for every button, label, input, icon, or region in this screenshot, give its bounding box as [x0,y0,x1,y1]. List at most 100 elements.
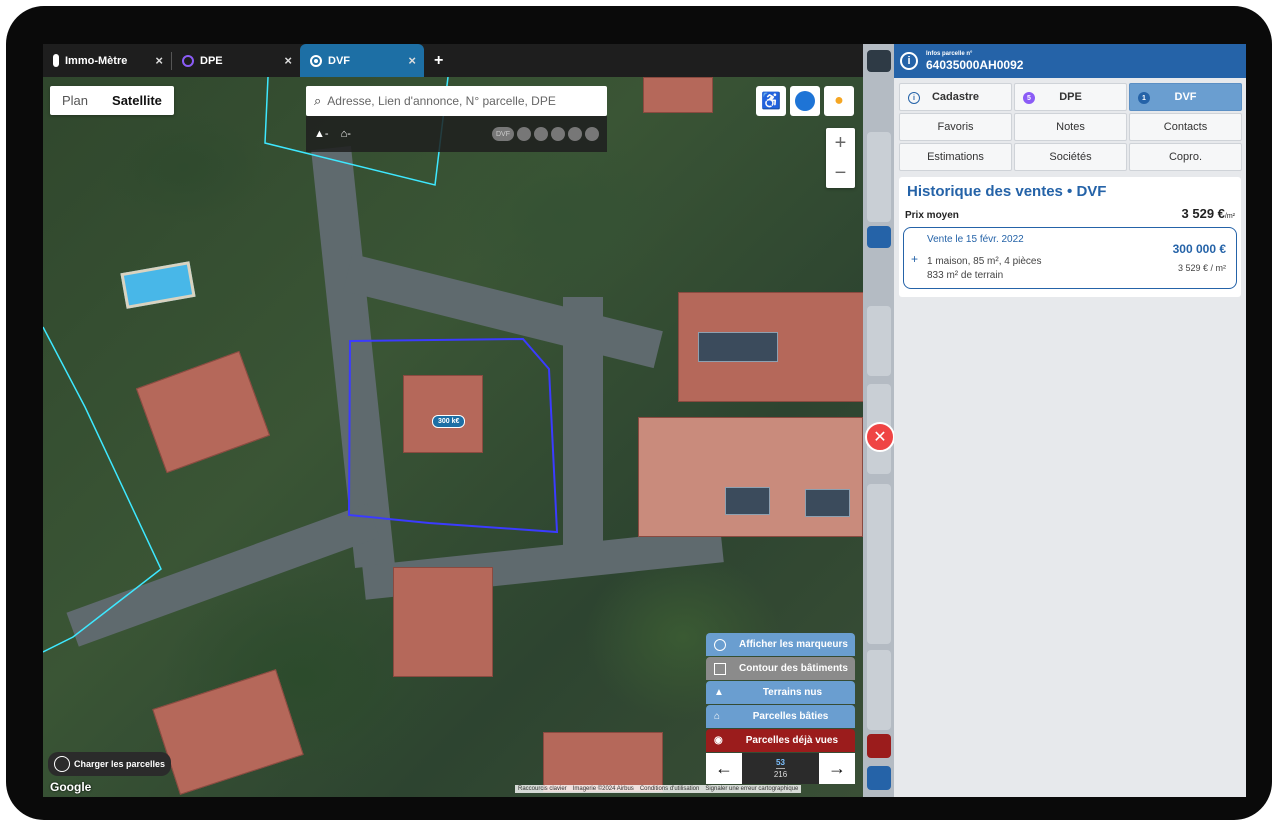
map-type-plan[interactable]: Plan [50,86,100,115]
map-attribution: Raccourcis clavier Imagerie ©2024 Airbus… [515,785,802,793]
filter-icon[interactable] [867,50,891,72]
dvf-target-icon [310,54,322,67]
strip-cell[interactable] [867,306,891,376]
show-markers-button[interactable]: Afficher les marqueurs [706,633,855,656]
info-icon: i [900,52,918,70]
notes-button[interactable]: Notes [1014,113,1127,141]
sale-land: 833 m² de terrain [927,270,1004,281]
dvf-count-badge: 1 [1138,92,1150,104]
companies-button[interactable]: Sociétés [1014,143,1127,171]
outline-icon [714,662,726,675]
house-filter[interactable]: ⌂- [341,128,351,140]
history-title: Historique des ventes • DVF [907,183,1107,200]
screen: Immo-Mètre × DPE × DVF × + 300 k€ Plan S… [43,44,1246,797]
cadastre-button[interactable]: i Cadastre [899,83,1012,111]
copro-button[interactable]: Copro. [1129,143,1242,171]
strip-cell[interactable] [867,226,891,248]
zoom-in-button[interactable]: + [826,128,855,158]
google-logo: Google [50,780,92,794]
parcel-id: 64035000AH0092 [926,58,1024,72]
filter-chips: DVF [492,127,599,141]
device-frame: Immo-Mètre × DPE × DVF × + 300 k€ Plan S… [6,6,1272,820]
load-parcels-area: Charger les parcelles [48,752,172,776]
globe-icon[interactable] [790,86,820,116]
parcels-icon [54,756,70,772]
panel-buttons: i Cadastre 5 DPE 1 DVF Favoris Notes Contac… [894,78,1246,171]
building-chip-icon[interactable] [568,127,582,141]
parcel-panel: i Infos parcelle n° 64035000AH0092 i Cada… [894,44,1246,797]
layers-chip-icon[interactable] [551,127,565,141]
zoom-control: + − [826,128,855,188]
search-filters: ▲- ⌂- DVF [306,116,607,152]
prev-arrow-icon[interactable]: ← [706,753,742,784]
price-pin[interactable]: 300 k€ [432,415,466,428]
euro-chip-icon[interactable] [534,127,548,141]
search-icon: ⌕ [314,93,322,108]
close-panel-button[interactable]: ✕ [865,422,895,452]
next-arrow-icon[interactable]: → [819,753,855,784]
sale-description: 1 maison, 85 m², 4 pièces [927,256,1042,267]
tab-label: DPE [200,54,223,67]
strip-cell[interactable] [867,132,891,222]
user-chip-icon[interactable] [585,127,599,141]
average-price-row: Prix moyen 3 529 €/m² [905,206,1235,221]
tree-icon: ▲ [714,687,724,698]
house-icon: ⌂ [714,711,721,722]
map-type-control: Plan Satellite [50,86,174,115]
tab-dpe[interactable]: DPE × [172,44,300,77]
contacts-button[interactable]: Contacts [1129,113,1242,141]
street-view-pegman-icon[interactable]: ● [824,86,854,116]
parcel-pager: ← 53 216 → [706,753,855,784]
strip-cell[interactable] [867,484,891,644]
thermometer-icon [53,54,59,67]
tree-filter[interactable]: ▲- [314,128,329,140]
dpe-count-badge: 5 [1023,92,1035,104]
load-parcels-button[interactable]: Charger les parcelles [48,752,172,776]
search-input[interactable]: Adresse, Lien d'annonce, N° parcelle, DP… [327,94,556,108]
pager-count: 53 216 [773,758,788,779]
panel-header: i Infos parcelle n° 64035000AH0092 [894,44,1246,78]
dpe-button[interactable]: 5 DPE [1014,83,1127,111]
sale-price-per-m2: 3 529 € / m² [1177,263,1226,273]
estimations-button[interactable]: Estimations [899,143,1012,171]
new-tab-button[interactable]: + [424,44,453,77]
dvf-chip[interactable]: DVF [492,127,514,141]
map-tools: ♿ ● [756,86,854,116]
favorites-button[interactable]: Favoris [899,113,1012,141]
bare-land-button[interactable]: ▲ Terrains nus [706,681,855,704]
tab-bar: Immo-Mètre × DPE × DVF × + [43,44,863,77]
strip-cell[interactable] [867,734,891,758]
tab-dvf[interactable]: DVF × [300,44,424,77]
tab-label: Immo-Mètre [65,54,128,67]
expand-plus-icon[interactable]: + [911,252,918,266]
layer-menu: Afficher les marqueurs Contour des bâtim… [706,633,855,784]
sale-item[interactable]: Vente le 15 févr. 2022 + 1 maison, 85 m²… [903,227,1237,289]
tab-immo-metre[interactable]: Immo-Mètre × [43,44,171,77]
attrib-shortcuts[interactable]: Raccourcis clavier [518,786,567,792]
dvf-button[interactable]: 1 DVF [1129,83,1242,111]
tab-close-icon[interactable]: × [284,53,292,68]
dpe-ring-icon [182,54,194,67]
satellite-map[interactable]: 300 k€ Plan Satellite ⌕ Adresse, Lien d'… [43,77,863,797]
tab-label: DVF [328,54,350,67]
stats-icon[interactable] [867,766,891,790]
sale-date: Vente le 15 févr. 2022 [927,234,1024,245]
marker-chip-icon[interactable] [517,127,531,141]
search-box[interactable]: ⌕ Adresse, Lien d'annonce, N° parcelle, … [306,86,607,116]
marker-icon [714,638,726,651]
zoom-out-button[interactable]: − [826,158,855,188]
sales-history-card: Historique des ventes • DVF Prix moyen 3… [899,177,1241,297]
tab-close-icon[interactable]: × [155,53,163,68]
strip-cell[interactable] [867,650,891,730]
map-type-satellite[interactable]: Satellite [100,86,174,115]
attrib-imagery: Imagerie ©2024 Airbus [572,786,634,792]
built-parcels-button[interactable]: ⌂ Parcelles bâties [706,705,855,728]
accessibility-icon[interactable]: ♿ [756,86,786,116]
attrib-terms[interactable]: Conditions d'utilisation [640,786,700,792]
tab-close-icon[interactable]: × [408,53,416,68]
attrib-report[interactable]: Signaler une erreur cartographique [705,786,798,792]
seen-parcels-button[interactable]: ◉ Parcelles déjà vues [706,729,855,752]
building-outline-button[interactable]: Contour des bâtiments [706,657,855,680]
eye-icon: ◉ [714,735,723,746]
collapsed-sidebar [863,44,894,797]
